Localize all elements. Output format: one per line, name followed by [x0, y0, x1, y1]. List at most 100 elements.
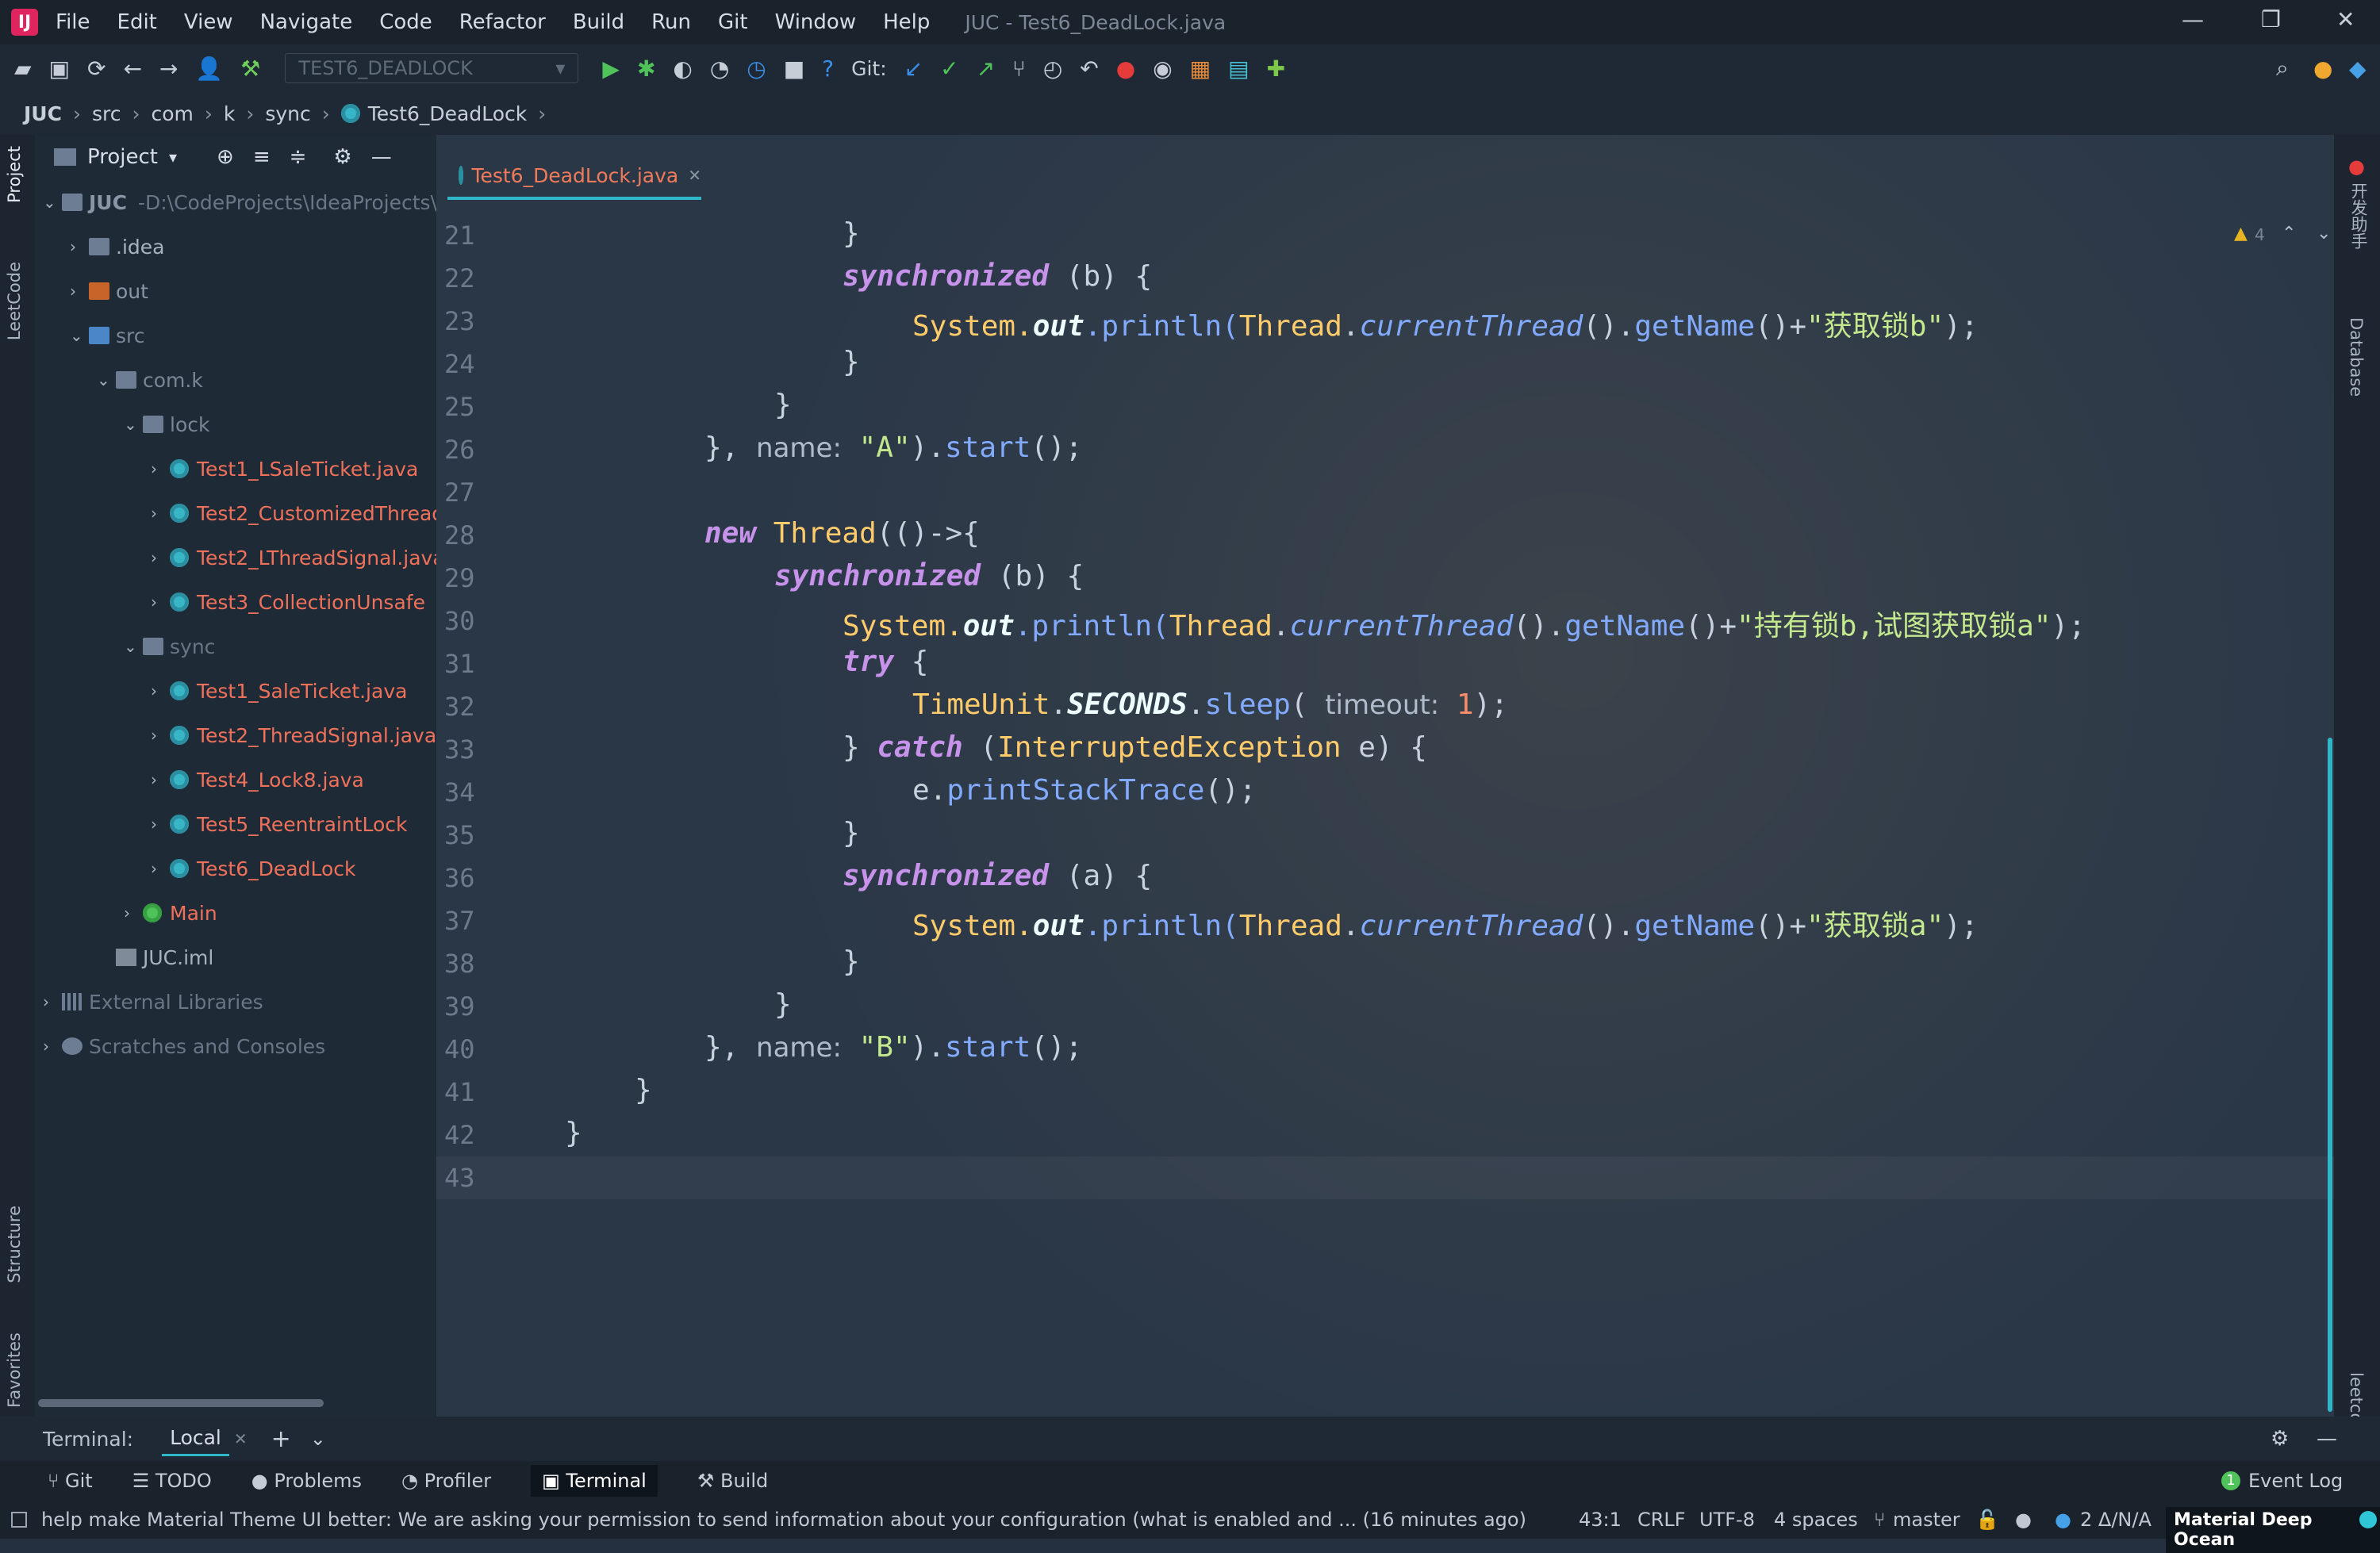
build-hammer-icon[interactable]: ⚒ [240, 56, 260, 82]
warning-icon[interactable]: ▲ [2234, 224, 2248, 243]
tree-root[interactable]: ⌄ JUC - D:\CodeProjects\IdeaProjects\ [43, 181, 437, 224]
inspection-icon[interactable]: ● [2015, 1509, 2032, 1531]
tree-item-lock[interactable]: ⌄ lock [124, 403, 209, 446]
tree-item-iml[interactable]: JUC.iml [97, 936, 213, 979]
file-encoding[interactable]: UTF-8 [1699, 1509, 1755, 1531]
crumb-class[interactable]: Test6_DeadLock [368, 102, 527, 125]
next-highlight-icon[interactable]: ⌄ [2317, 224, 2331, 243]
indent-setting[interactable]: 4 spaces [1774, 1509, 1858, 1531]
tool-window-todo[interactable]: ☰ TODO [132, 1470, 212, 1492]
profile-icon[interactable]: ◔ [710, 56, 729, 82]
tree-item-file[interactable]: › Test5_ReentraintLock [151, 803, 408, 846]
tree-item-file[interactable]: › Test4_Lock8.java [151, 758, 364, 801]
assistant-tool-tab[interactable]: 开发助手 [2347, 182, 2370, 249]
horizontal-scrollbar[interactable] [38, 1399, 324, 1407]
menu-help[interactable]: Help [883, 10, 930, 34]
tree-item-file[interactable]: › Test6_DeadLock [151, 847, 355, 890]
tree-item-file[interactable]: › Test2_ThreadSignal.java [151, 714, 436, 757]
line-separator[interactable]: CRLF [1637, 1509, 1686, 1531]
history-icon[interactable]: ◴ [1043, 56, 1062, 82]
tree-item-main[interactable]: › Main [124, 892, 217, 934]
search-icon[interactable]: ⌕ [2276, 55, 2289, 82]
new-terminal-icon[interactable]: + [271, 1425, 291, 1453]
tree-item-file[interactable]: › Test2_LThreadSignal.java [151, 536, 445, 579]
stop-icon[interactable]: ■ [784, 56, 804, 82]
tree-item-file[interactable]: › Test1_SaleTicket.java [151, 669, 407, 712]
tool-window-problems[interactable]: ● Problems [251, 1470, 362, 1492]
crumb-k[interactable]: k [224, 102, 235, 125]
menu-navigate[interactable]: Navigate [260, 10, 353, 34]
crumb-sync[interactable]: sync [265, 102, 310, 125]
restore-icon[interactable]: ❐ [2261, 6, 2281, 33]
project-tool-tab[interactable]: Project [5, 146, 24, 203]
git-push-icon[interactable]: ↗ [977, 56, 995, 82]
tree-item-out[interactable]: › out [70, 270, 148, 313]
status-message[interactable]: help make Material Theme UI better: We a… [41, 1509, 1526, 1531]
menu-file[interactable]: File [56, 10, 90, 34]
database-tool-tab[interactable]: Database [2347, 317, 2366, 397]
toolbox-icon[interactable]: ◆ [2349, 56, 2367, 82]
editor-scrollbar[interactable] [2328, 738, 2332, 1412]
terminal-tab-local[interactable]: Local [162, 1421, 229, 1456]
plugin-icon[interactable]: ◉ [1153, 56, 1172, 82]
minimize-icon[interactable]: — [2182, 6, 2204, 33]
tree-item-sync[interactable]: ⌄ sync [124, 625, 215, 668]
vcs-changes[interactable]: 2 Δ/N/A [2080, 1509, 2152, 1531]
favorites-tool-tab[interactable]: Favorites [5, 1333, 24, 1408]
leetcode-tool-tab[interactable]: LeetCode [5, 262, 24, 340]
codota-icon[interactable]: ● [1116, 56, 1135, 82]
tool-window-git[interactable]: ⑂ Git [48, 1470, 93, 1492]
tool-window-profiler[interactable]: ◔ Profiler [401, 1470, 491, 1492]
close-tab-icon[interactable]: ✕ [688, 166, 701, 185]
locate-icon[interactable]: ⊕ [217, 145, 234, 169]
tree-item-file[interactable]: › Test3_CollectionUnsafe [151, 581, 425, 623]
update-icon[interactable]: ● [2313, 56, 2332, 82]
tree-item-idea[interactable]: › .idea [70, 225, 164, 268]
tree-item-file[interactable]: › Test2_CustomizedThread [151, 492, 444, 535]
status-toggle-icon[interactable] [11, 1512, 27, 1528]
cursor-position[interactable]: 43:1 [1579, 1509, 1622, 1531]
puzzle-icon[interactable]: ✚ [1267, 56, 1285, 82]
help-icon[interactable]: ? [822, 56, 834, 82]
forward-icon[interactable]: → [159, 56, 178, 82]
back-icon[interactable]: ← [123, 56, 141, 82]
previous-highlight-icon[interactable]: ⌃ [2282, 224, 2296, 243]
menu-run[interactable]: Run [651, 10, 691, 34]
menu-git[interactable]: Git [718, 10, 748, 34]
tree-item-com-k[interactable]: ⌄ com.k [97, 359, 203, 401]
run-config-select[interactable]: TEST6_DEADLOCK ▾ [285, 53, 579, 83]
save-icon[interactable]: ▣ [49, 56, 70, 82]
tool-window-terminal[interactable]: ▣ Terminal [531, 1465, 658, 1497]
theme-badge[interactable]: Material Deep Ocean [2166, 1507, 2380, 1553]
assistant-icon[interactable]: ● [2348, 155, 2365, 178]
menu-code[interactable]: Code [379, 10, 432, 34]
editor-tab[interactable]: Test6_DeadLock.java ✕ [447, 154, 701, 200]
structure-icon[interactable]: ▦ [1190, 56, 1211, 82]
tree-item-external-libraries[interactable]: › External Libraries [43, 980, 263, 1023]
coverage-icon[interactable]: ◐ [673, 56, 692, 82]
close-tab-icon[interactable]: ✕ [234, 1429, 248, 1448]
sync-icon[interactable]: ⟳ [87, 56, 106, 82]
structure-tool-tab[interactable]: Structure [5, 1206, 24, 1283]
expand-all-icon[interactable]: ≡ [253, 145, 271, 169]
tree-item-file[interactable]: › Test1_LSaleTicket.java [151, 447, 418, 490]
crumb-com[interactable]: com [151, 102, 193, 125]
event-log-button[interactable]: Event Log [2248, 1470, 2343, 1492]
crumb-src[interactable]: src [92, 102, 121, 125]
hide-icon[interactable]: — [2317, 1427, 2337, 1451]
run-icon[interactable]: ▶ [602, 56, 620, 82]
menu-edit[interactable]: Edit [117, 10, 157, 34]
close-window-icon[interactable]: ✕ [2336, 6, 2355, 33]
git-branch[interactable]: master [1893, 1509, 1960, 1531]
menu-view[interactable]: View [184, 10, 233, 34]
menu-window[interactable]: Window [775, 10, 857, 34]
git-branch-icon[interactable]: ⑂ [1012, 56, 1026, 82]
memory-indicator-icon[interactable] [2359, 1511, 2377, 1528]
menu-refactor[interactable]: Refactor [459, 10, 546, 34]
chevron-down-icon[interactable]: ⌄ [310, 1428, 326, 1450]
project-view-select[interactable]: Project [87, 145, 158, 169]
chevron-down-icon[interactable]: ▾ [169, 148, 177, 167]
git-update-icon[interactable]: ↙ [904, 56, 923, 82]
menu-build[interactable]: Build [573, 10, 624, 34]
git-commit-icon[interactable]: ✓ [940, 56, 958, 82]
